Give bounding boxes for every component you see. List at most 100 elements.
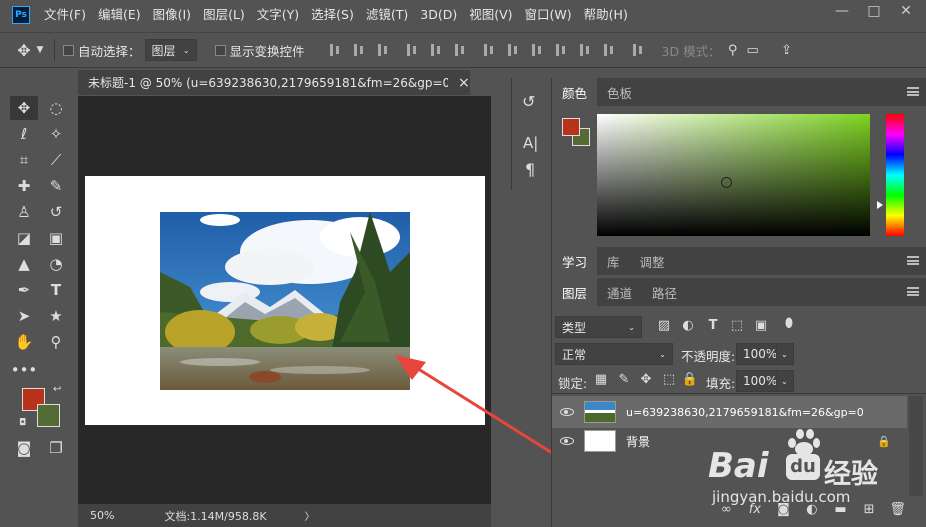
share-icon[interactable]: ⇪ [777,43,797,58]
distribute-left-icon[interactable] [554,42,568,58]
filter-shape-icon[interactable]: ⬚ [727,318,747,333]
distribute-right-icon[interactable] [602,42,616,58]
distribute-top-icon[interactable] [482,42,496,58]
lasso-tool-icon[interactable]: ℓ [10,122,38,146]
lock-transparent-icon[interactable]: ▦ [591,372,611,387]
crop-tool-icon[interactable]: ⌗ [10,148,38,172]
blur-tool-icon[interactable]: ▲ [10,252,38,276]
document-tab[interactable]: 未标题-1 @ 50% (u=639238630,2179659181&fm=2… [78,69,470,95]
lock-position-icon[interactable]: ✥ [636,372,656,387]
distribute-vcenter-icon[interactable] [506,42,520,58]
eraser-tool-icon[interactable]: ◪ [10,226,38,250]
landscape-photo[interactable] [160,212,410,390]
menu-filter[interactable]: 滤镜(T) [360,0,414,30]
more-tools-icon[interactable]: ••• [10,358,38,382]
swap-colors-icon[interactable]: ↩ [53,384,61,395]
menu-select[interactable]: 选择(S) [305,0,360,30]
filter-pixel-icon[interactable]: ▨ [654,318,674,333]
close-button[interactable]: ✕ [890,0,922,22]
align-bottom-icon[interactable] [376,42,390,58]
path-selection-tool-icon[interactable]: ➤ [10,304,38,328]
history-brush-tool-icon[interactable]: ↺ [42,200,70,224]
menu-3d[interactable]: 3D(D) [414,0,463,30]
tab-swatches[interactable]: 色板 [597,78,642,106]
lock-artboard-icon[interactable]: ⬚ [659,372,679,387]
menu-view[interactable]: 视图(V) [463,0,518,30]
auto-select-checkbox[interactable] [63,44,74,56]
search-icon[interactable]: ⚲ [723,43,743,58]
default-colors-icon[interactable]: ◘ [19,418,26,428]
tab-learn[interactable]: 学习 [552,247,598,275]
opacity-dropdown[interactable]: ⌄ [776,343,794,365]
menu-type[interactable]: 文字(Y) [251,0,305,30]
filter-type-icon[interactable]: T [703,318,723,333]
blend-mode-dropdown[interactable]: 正常 ⌄ [555,343,673,365]
character-panel-icon[interactable]: A| [523,134,538,152]
fill-dropdown[interactable]: ⌄ [776,370,794,392]
distribute-hcenter-icon[interactable] [578,42,592,58]
show-transform-checkbox[interactable] [214,44,226,56]
menu-file[interactable]: 文件(F) [38,0,92,30]
type-tool-icon[interactable]: T [42,278,70,302]
clone-stamp-tool-icon[interactable]: ♙ [10,200,38,224]
panel-menu-icon[interactable] [907,87,919,96]
custom-shape-tool-icon[interactable]: ★ [42,304,70,328]
layer-row-image[interactable]: u=639238630,2179659181&fm=26&gp=0 [552,396,907,428]
auto-select-dropdown[interactable]: 图层 ⌄ [144,39,197,61]
magic-wand-tool-icon[interactable]: ✧ [42,122,70,146]
tab-adjustments[interactable]: 调整 [630,247,675,275]
gradient-tool-icon[interactable]: ▣ [42,226,70,250]
workspace-icon[interactable]: ▭ [743,43,763,58]
chevron-down-icon[interactable]: ▼ [34,45,46,55]
paragraph-panel-icon[interactable]: ¶ [525,160,535,179]
color-field[interactable] [597,114,870,236]
layer-name[interactable]: u=639238630,2179659181&fm=26&gp=0 [626,406,864,419]
menu-window[interactable]: 窗口(W) [519,0,578,30]
visibility-eye-icon[interactable] [560,408,574,416]
hand-tool-icon[interactable]: ✋ [10,330,38,354]
expand-status-icon[interactable]: 〉 [305,508,315,523]
filter-toggle-icon[interactable]: ⬮ [779,316,799,331]
zoom-tool-icon[interactable]: ⚲ [42,330,70,354]
align-right-icon[interactable] [453,42,467,58]
maximize-button[interactable]: □ [858,0,890,22]
panel-menu-icon[interactable] [907,287,919,296]
lock-image-icon[interactable]: ✎ [614,372,634,387]
align-hcenter-icon[interactable] [429,42,443,58]
lock-all-icon[interactable]: 🔒 [680,372,700,387]
hue-slider[interactable] [886,114,904,236]
history-icon[interactable]: ↺ [522,92,535,111]
tab-layers[interactable]: 图层 [552,278,598,306]
menu-image[interactable]: 图像(I) [147,0,197,30]
tab-color[interactable]: 颜色 [552,78,598,106]
menu-help[interactable]: 帮助(H) [578,0,634,30]
align-top-icon[interactable] [328,42,342,58]
marquee-tool-icon[interactable]: ◌ [42,96,70,120]
screen-mode-icon[interactable]: ❐ [42,436,70,460]
minimize-button[interactable]: — [826,0,858,22]
fg-color-chip[interactable] [562,118,580,136]
filter-adjustment-icon[interactable]: ◐ [678,318,698,333]
visibility-eye-icon[interactable] [560,437,574,445]
layer-filter-dropdown[interactable]: 类型 ⌄ [555,316,642,338]
move-tool-icon[interactable]: ✥ [14,41,34,60]
panel-menu-icon[interactable] [907,256,919,265]
brush-tool-icon[interactable]: ✎ [42,174,70,198]
zoom-level[interactable]: 50% [90,509,114,522]
background-color-swatch[interactable] [37,404,60,427]
eyedropper-tool-icon[interactable]: ⟋ [42,148,70,172]
tab-libraries[interactable]: 库 [597,247,630,275]
menu-layer[interactable]: 图层(L) [197,0,251,30]
color-picker-cursor[interactable] [721,177,732,188]
dodge-tool-icon[interactable]: ◔ [42,252,70,276]
align-left-icon[interactable] [405,42,419,58]
distribute-bottom-icon[interactable] [530,42,544,58]
healing-brush-tool-icon[interactable]: ✚ [10,174,38,198]
align-vcenter-icon[interactable] [352,42,366,58]
hue-slider-handle[interactable] [877,201,883,209]
layer-name[interactable]: 背景 [626,433,650,450]
tab-channels[interactable]: 通道 [597,278,642,306]
document-size-info[interactable]: 文档:1.14M/958.8K [164,508,266,524]
filter-smart-object-icon[interactable]: ▣ [751,318,771,333]
tab-close-icon[interactable]: × [458,75,470,91]
